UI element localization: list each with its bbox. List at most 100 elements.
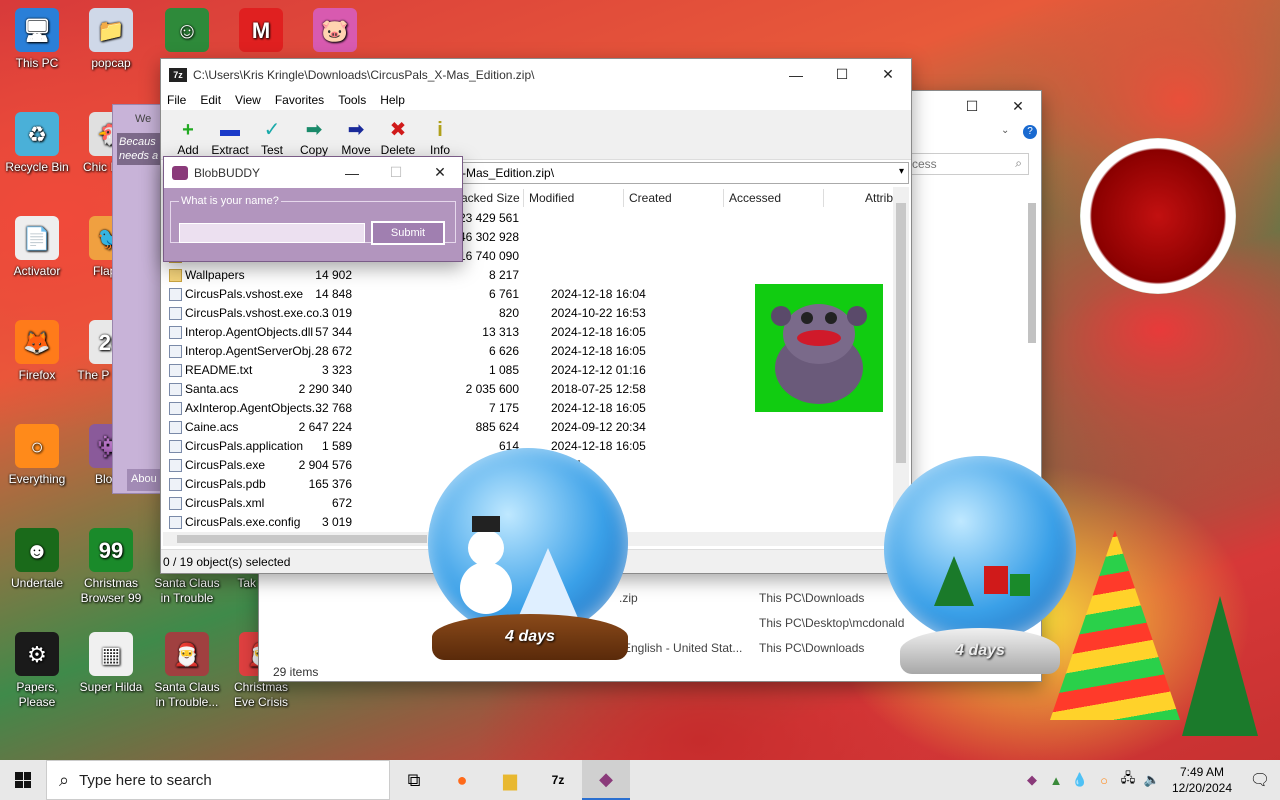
explorer-search-input[interactable]: ccess ⌕ — [899, 153, 1029, 175]
blobbuddy-maximize-button: ☐ — [389, 164, 403, 180]
system-clock[interactable]: 7:49 AM 12/20/2024 — [1164, 764, 1240, 796]
toolbar-button-extract[interactable]: ▬ Extract — [209, 119, 251, 159]
explorer-row-name[interactable]: English - United Stat... — [623, 641, 742, 655]
sevenzip-close-button[interactable]: ✕ — [865, 59, 911, 90]
file-name: Interop.AgentObjects.dll — [185, 325, 314, 339]
menu-item[interactable]: File — [167, 93, 186, 107]
desktop-icon[interactable]: ☺ — [150, 8, 224, 56]
toolbar-button-info[interactable]: i Info — [419, 119, 461, 159]
task-view-icon[interactable]: ⧉ — [390, 760, 438, 800]
desktop-icon[interactable]: M — [224, 8, 298, 56]
blobbuddy-titlebar[interactable]: BlobBUDDY — ☐ ✕ — [164, 157, 462, 188]
firefox-taskbar-icon[interactable]: ● — [438, 760, 486, 800]
sevenzip-taskbar-icon[interactable]: 7z — [534, 760, 582, 800]
name-input[interactable] — [179, 223, 365, 243]
blobbuddy-taskbar-icon[interactable]: ◆ — [582, 760, 630, 800]
file-packed-size: 16 740 090 — [458, 249, 519, 263]
chevron-down-icon[interactable]: ⌄ — [1001, 125, 1009, 136]
volume-icon[interactable]: 🔈 — [1140, 772, 1164, 788]
blobbuddy-minimize-button[interactable]: — — [330, 157, 374, 188]
desktop-icon[interactable]: ▦ Super Hilda — [74, 632, 148, 695]
chat-window-title: We — [135, 113, 152, 125]
windows-logo-icon — [15, 772, 31, 788]
toolbar-button-add[interactable]: + Add — [167, 119, 209, 159]
toolbar-button-delete[interactable]: ✖ Delete — [377, 119, 419, 159]
search-icon: ⌕ — [59, 769, 70, 790]
header-accessed[interactable]: Accessed — [729, 191, 781, 205]
everything-tray-icon[interactable]: ○ — [1092, 773, 1116, 788]
desktop-icon[interactable]: ♻ Recycle Bin — [0, 112, 74, 175]
notification-icon[interactable]: 🗨 — [1240, 770, 1280, 790]
file-packed-size: 2 035 600 — [465, 382, 519, 396]
file-size: 165 376 — [308, 477, 352, 491]
header-packed-size[interactable]: acked Size — [461, 191, 520, 205]
desktop-icon-label: Super Hilda — [79, 680, 143, 694]
app-icon: 99 — [89, 528, 133, 572]
file-icon — [169, 288, 182, 301]
explorer-close-button[interactable]: ✕ — [995, 91, 1041, 122]
desktop-icon-label: Santa Claus in Trouble — [154, 576, 220, 605]
app-icon: 📁 — [89, 8, 133, 52]
table-row[interactable]: Caine.acs 2 647 224 885 624 2024-09-12 20:3… — [163, 418, 897, 437]
tray-app-icon[interactable]: ◆ — [1020, 772, 1044, 788]
menu-item[interactable]: Tools — [338, 93, 366, 107]
droplet-icon[interactable]: 💧 — [1068, 772, 1092, 788]
desktop-icon[interactable]: 🐷 — [298, 8, 372, 56]
christmas-clock-decoration — [1080, 138, 1236, 294]
file-packed-size: 23 429 561 — [458, 211, 519, 225]
toolbar-button-move[interactable]: ➡ Move — [335, 119, 377, 159]
taskbar-search-box[interactable]: ⌕ Type here to search — [46, 760, 390, 800]
app-icon: ☻ — [15, 528, 59, 572]
info-icon: i — [437, 119, 443, 141]
file-modified: 2024-12-18 16:05 — [551, 325, 646, 339]
desktop-icon[interactable]: ☻ Undertale — [0, 528, 74, 591]
app-icon: 🦊 — [15, 320, 59, 364]
menu-item[interactable]: View — [235, 93, 261, 107]
explorer-scrollbar[interactable] — [1025, 191, 1039, 451]
header-attributes[interactable]: Attrib — [865, 191, 893, 205]
table-row[interactable]: Wallpapers 14 902 8 217 — [163, 266, 897, 285]
menu-item[interactable]: Favorites — [275, 93, 324, 107]
start-button[interactable] — [0, 760, 46, 800]
header-created[interactable]: Created — [629, 191, 672, 205]
network-icon[interactable]: 🖧 — [1116, 769, 1140, 791]
desktop-icon[interactable]: ⚙ Papers, Please — [0, 632, 74, 710]
file-size: 14 902 — [315, 268, 352, 282]
desktop-icon[interactable]: 🎅 Santa Claus in Trouble... — [150, 632, 224, 710]
toolbar-button-test[interactable]: ✓ Test — [251, 119, 293, 159]
desktop-icon[interactable]: ○ Everything — [0, 424, 74, 487]
sevenzip-titlebar[interactable]: 7z C:\Users\Kris Kringle\Downloads\Circu… — [161, 59, 911, 90]
file-name: Santa.acs — [185, 382, 239, 396]
toolbar-button-label: Extract — [211, 143, 249, 157]
desktop-icon[interactable]: 🦊 Firefox — [0, 320, 74, 383]
menu-item[interactable]: Help — [380, 93, 405, 107]
extract-icon: ▬ — [220, 119, 240, 141]
tray-app-icon[interactable]: ▲ — [1044, 773, 1068, 788]
app-icon: 🖥 — [15, 8, 59, 52]
help-icon[interactable]: ? — [1023, 125, 1037, 139]
chevron-down-icon[interactable]: ▾ — [899, 166, 904, 177]
desktop-icon[interactable]: 📄 Activator — [0, 216, 74, 279]
desktop-icon-label: Christmas Browser 99 — [80, 576, 142, 605]
search-icon: ⌕ — [1015, 156, 1022, 170]
submit-button[interactable]: Submit — [371, 221, 445, 245]
file-packed-size: 46 302 928 — [458, 230, 519, 244]
taskbar-search-placeholder: Type here to search — [79, 771, 212, 789]
file-explorer-taskbar-icon[interactable]: ▆ — [486, 760, 534, 800]
header-modified[interactable]: Modified — [529, 191, 574, 205]
clock-date: 12/20/2024 — [1171, 781, 1233, 795]
blobbuddy-window[interactable]: BlobBUDDY — ☐ ✕ What is your name? Submi… — [163, 156, 463, 262]
desktop-icon[interactable]: 🖥 This PC — [0, 8, 74, 71]
menu-item[interactable]: Edit — [200, 93, 221, 107]
desktop-icon[interactable]: 📁 popcap — [74, 8, 148, 71]
file-name: CircusPals.vshost.exe — [185, 287, 304, 301]
file-name: CircusPals.exe — [185, 458, 266, 472]
sevenzip-maximize-button[interactable]: ☐ — [819, 59, 865, 90]
app-icon: M — [239, 8, 283, 52]
toolbar-button-copy[interactable]: ➡ Copy — [293, 119, 335, 159]
sevenzip-minimize-button[interactable]: — — [773, 59, 819, 90]
delete-icon: ✖ — [389, 119, 407, 141]
desktop-icon[interactable]: 99 Christmas Browser 99 — [74, 528, 148, 606]
explorer-maximize-button[interactable]: ☐ — [949, 91, 995, 122]
blobbuddy-close-button[interactable]: ✕ — [418, 157, 462, 188]
